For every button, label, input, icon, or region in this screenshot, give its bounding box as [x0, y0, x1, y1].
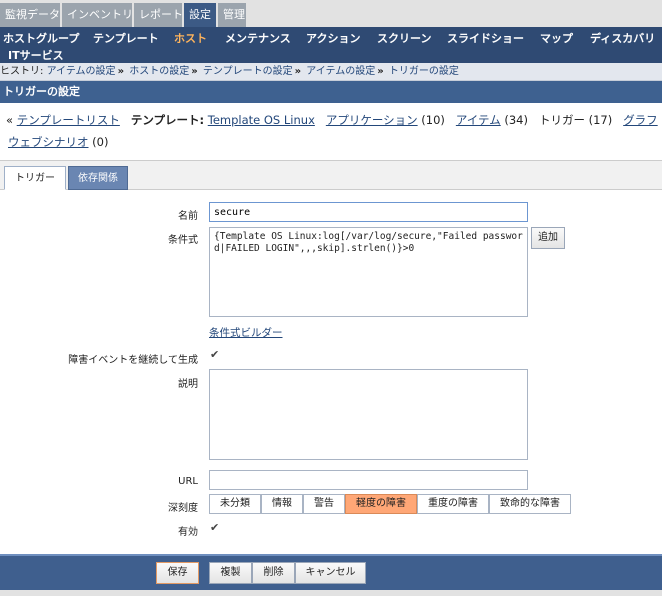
tab-dependencies[interactable]: 依存関係 [68, 166, 128, 190]
severity-average[interactable]: 軽度の障害 [345, 494, 417, 514]
form-footer: 保存 複製 削除 キャンセル [0, 554, 662, 590]
top-tab-monitoring[interactable]: 監視データ [0, 3, 60, 27]
applications-link[interactable]: アプリケーション [326, 113, 418, 127]
clone-button[interactable]: 複製 [209, 562, 252, 584]
template-links: « テンプレートリスト テンプレート: Template OS Linux アプ… [0, 105, 662, 155]
nav-item-maintenance[interactable]: メンテナンス [225, 30, 291, 46]
expression-builder-link[interactable]: 条件式ビルダー [209, 325, 283, 340]
items-link[interactable]: アイテム [456, 113, 501, 127]
url-label: URL [178, 476, 198, 487]
nav-item-templates[interactable]: テンプレート [93, 30, 159, 46]
nav-item-screens[interactable]: スクリーン [377, 30, 431, 46]
save-button[interactable]: 保存 [156, 562, 199, 584]
web-scenarios-count: (0) [92, 135, 109, 149]
severity-label: 深刻度 [168, 503, 198, 514]
url-input[interactable] [209, 470, 528, 490]
delete-button[interactable]: 削除 [252, 562, 295, 584]
severity-information[interactable]: 情報 [261, 494, 303, 514]
top-tab-configuration[interactable]: 設定 [184, 3, 216, 27]
applications-count: (10) [421, 113, 445, 127]
multiple-events-checkbox[interactable]: ✔ [210, 349, 220, 360]
history-link[interactable]: ホストの設定 [129, 66, 189, 77]
enabled-checkbox[interactable]: ✔ [210, 522, 220, 533]
history-link[interactable]: アイテムの設定 [306, 66, 375, 77]
items-count: (34) [504, 113, 528, 127]
nav-item-host-groups[interactable]: ホストグループ [3, 30, 79, 46]
history-separator: » [117, 66, 125, 77]
top-tab-inventory[interactable]: インベントリ [62, 3, 133, 27]
sub-navigation: ホストグループ テンプレート ホスト メンテナンス アクション スクリーン スラ… [0, 27, 662, 63]
history-label: ヒストリ: [0, 66, 44, 77]
nav-item-slide-shows[interactable]: スライドショー [447, 30, 524, 46]
expression-label: 条件式 [168, 235, 198, 246]
multiple-events-label: 障害イベントを継続して生成 [68, 355, 198, 366]
severity-warning[interactable]: 警告 [303, 494, 345, 514]
name-label: 名前 [178, 211, 198, 222]
bottom-bar [0, 590, 662, 596]
template-name-link[interactable]: Template OS Linux [208, 113, 315, 127]
nav-item-hosts[interactable]: ホスト [174, 30, 207, 46]
severity-high[interactable]: 重度の障害 [417, 494, 489, 514]
history-separator: » [377, 66, 384, 77]
nav-item-maps[interactable]: マップ [540, 30, 573, 46]
severity-not-classified[interactable]: 未分類 [209, 494, 261, 514]
cancel-button[interactable]: キャンセル [295, 562, 366, 584]
history-separator: » [294, 66, 302, 77]
description-label: 説明 [178, 379, 198, 390]
add-expression-button[interactable]: 追加 [531, 227, 565, 249]
web-scenarios-link[interactable]: ウェブシナリオ [8, 135, 89, 149]
tab-trigger[interactable]: トリガー [4, 166, 66, 190]
form-tabs: トリガー 依存関係 [0, 160, 662, 190]
template-label: テンプレート: [130, 113, 205, 127]
links-line-2: ウェブシナリオ (0) [8, 134, 108, 150]
history-link[interactable]: トリガーの設定 [389, 66, 459, 77]
triggers-count: (17) [588, 113, 613, 127]
nav-item-discovery[interactable]: ディスカバリ [590, 30, 655, 46]
top-tab-administration[interactable]: 管理 [218, 3, 246, 27]
triggers-label: トリガー [538, 113, 585, 127]
graphs-link[interactable]: グラフ [623, 113, 658, 127]
enabled-label: 有効 [178, 527, 198, 538]
history-link[interactable]: アイテムの設定 [47, 66, 116, 77]
links-line-1: « テンプレートリスト テンプレート: Template OS Linux アプ… [6, 112, 658, 128]
template-list-link[interactable]: テンプレートリスト [17, 113, 120, 127]
nav-item-actions[interactable]: アクション [306, 30, 360, 46]
history-separator: » [191, 66, 198, 77]
expression-textarea[interactable]: {Template OS Linux:log[/var/log/secure,"… [209, 227, 528, 317]
history-link[interactable]: テンプレートの設定 [203, 66, 293, 77]
nav-item-it-services[interactable]: ITサービス [8, 47, 64, 63]
back-arrow-icon: « [6, 113, 14, 127]
top-tab-reports[interactable]: レポート [134, 3, 183, 27]
page-title: トリガーの設定 [0, 81, 662, 103]
description-textarea[interactable] [209, 369, 528, 460]
top-menu-bar: 監視データ インベントリ レポート 設定 管理 [0, 0, 662, 28]
severity-disaster[interactable]: 致命的な障害 [489, 494, 571, 514]
history-breadcrumb: ヒストリ: アイテムの設定» ホストの設定» テンプレートの設定» アイテムの設… [0, 63, 662, 81]
name-input[interactable] [209, 202, 528, 222]
